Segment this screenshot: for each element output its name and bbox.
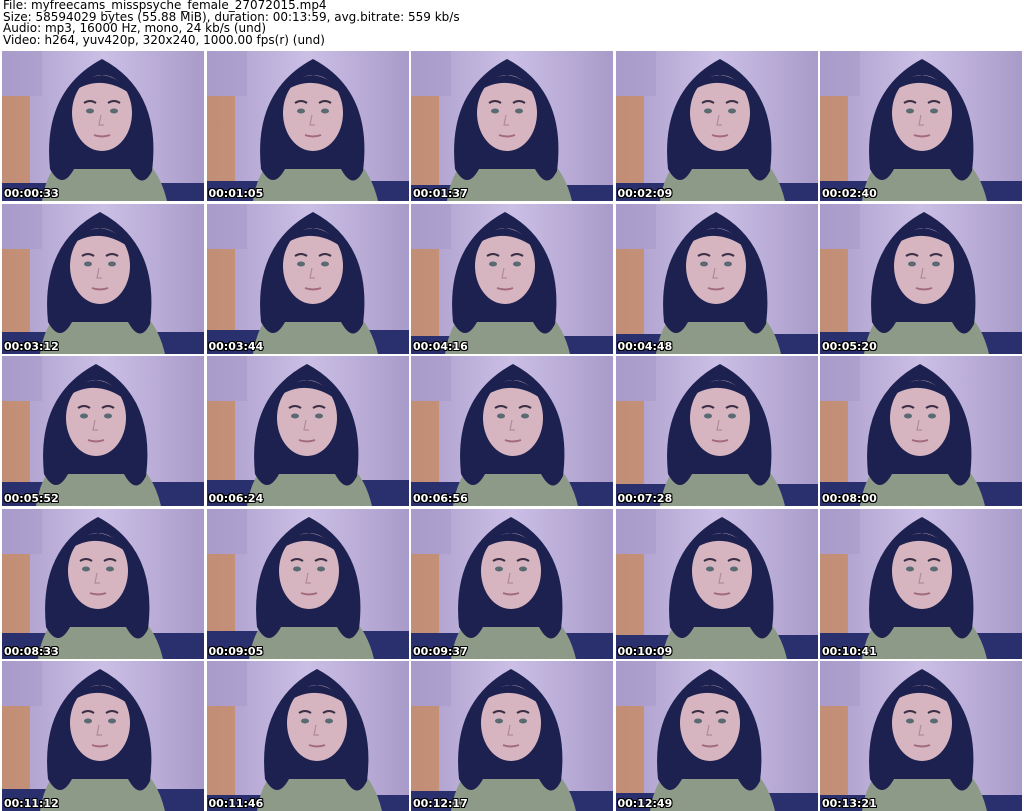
video-frame-image: [820, 203, 1022, 354]
video-frame-thumbnail: 00:09:05: [206, 508, 409, 659]
frame-timestamp: 00:13:21: [822, 797, 877, 810]
video-frame-thumbnail: 00:06:56: [411, 356, 613, 506]
frame-timestamp: 00:04:48: [617, 339, 673, 353]
video-frame-image: [206, 203, 409, 354]
video-frame-thumbnail: 00:11:12: [2, 661, 204, 811]
frame-timestamp: 00:05:20: [822, 339, 877, 353]
frame-timestamp: 00:03:12: [4, 339, 59, 353]
video-frame-image: [2, 356, 204, 506]
video-frame-image: [411, 51, 613, 201]
video-frame-thumbnail: 00:13:21: [820, 661, 1022, 811]
video-frame-thumbnail: 00:10:41: [820, 508, 1022, 659]
video-frame-image: [615, 356, 818, 506]
video-frame-thumbnail: 00:12:49: [615, 661, 818, 811]
video-frame-thumbnail: 00:12:17: [411, 661, 613, 811]
video-frame-thumbnail: 00:09:37: [411, 508, 613, 659]
frame-timestamp: 00:05:52: [4, 492, 59, 505]
frame-timestamp: 00:10:09: [617, 644, 673, 658]
video-frame-thumbnail: 00:11:46: [206, 661, 409, 811]
frame-timestamp: 00:07:28: [617, 492, 673, 505]
video-frame-image: [411, 661, 613, 811]
frame-timestamp: 00:08:33: [4, 644, 59, 658]
video-frame-thumbnail: 00:06:24: [206, 356, 409, 506]
frame-timestamp: 00:12:17: [413, 797, 468, 810]
frame-timestamp: 00:12:49: [617, 797, 673, 810]
video-frame-thumbnail: 00:01:37: [411, 51, 613, 201]
frame-timestamp: 00:04:16: [413, 339, 468, 353]
frame-timestamp: 00:06:24: [208, 492, 264, 505]
video-frame-image: [411, 203, 613, 354]
video-frame-thumbnail: 00:02:40: [820, 51, 1022, 201]
video-frame-image: [820, 356, 1022, 506]
video-frame-thumbnail: 00:04:16: [411, 203, 613, 354]
video-frame-image: [206, 51, 409, 201]
video-frame-image: [2, 203, 204, 354]
video-frame-thumbnail: 00:10:09: [615, 508, 818, 659]
video-frame-image: [615, 661, 818, 811]
video-frame-image: [615, 203, 818, 354]
frame-timestamp: 00:09:05: [208, 644, 264, 658]
file-info-header: File: myfreecams_misspsyche_female_27072…: [3, 0, 1013, 52]
frame-timestamp: 00:10:41: [822, 644, 877, 658]
video-frame-image: [206, 356, 409, 506]
video-frame-thumbnail: 00:04:48: [615, 203, 818, 354]
frame-timestamp: 00:01:37: [413, 187, 468, 200]
frame-timestamp: 00:11:46: [208, 797, 264, 810]
video-frame-image: [206, 508, 409, 659]
video-frame-thumbnail: 00:00:33: [2, 51, 204, 201]
video-frame-thumbnail: 00:08:33: [2, 508, 204, 659]
video-info-line: Video: h264, yuv420p, 320x240, 1000.00 f…: [3, 32, 325, 47]
video-frame-image: [2, 508, 204, 659]
video-frame-thumbnail: 00:01:05: [206, 51, 409, 201]
frame-timestamp: 00:01:05: [208, 187, 264, 200]
video-frame-thumbnail: 00:03:44: [206, 203, 409, 354]
frame-timestamp: 00:06:56: [413, 492, 468, 505]
video-frame-thumbnail: 00:05:20: [820, 203, 1022, 354]
thumbnail-grid: 00:00:33 00:01:05 00:01:37 00:02:09 00:02:40…: [2, 51, 1022, 811]
video-frame-image: [820, 51, 1022, 201]
video-frame-image: [615, 508, 818, 659]
video-frame-image: [2, 661, 204, 811]
video-frame-image: [820, 661, 1022, 811]
video-frame-image: [411, 356, 613, 506]
contact-sheet: File: myfreecams_misspsyche_female_27072…: [0, 0, 1024, 811]
video-frame-thumbnail: 00:07:28: [615, 356, 818, 506]
frame-timestamp: 00:11:12: [4, 797, 59, 810]
frame-timestamp: 00:09:37: [413, 644, 468, 658]
frame-timestamp: 00:00:33: [4, 187, 59, 200]
video-frame-thumbnail: 00:05:52: [2, 356, 204, 506]
frame-timestamp: 00:02:09: [617, 187, 673, 200]
video-frame-image: [2, 51, 204, 201]
video-frame-thumbnail: 00:03:12: [2, 203, 204, 354]
video-frame-thumbnail: 00:08:00: [820, 356, 1022, 506]
frame-timestamp: 00:02:40: [822, 187, 877, 200]
video-frame-thumbnail: 00:02:09: [615, 51, 818, 201]
video-frame-image: [615, 51, 818, 201]
video-frame-image: [820, 508, 1022, 659]
video-frame-image: [206, 661, 409, 811]
frame-timestamp: 00:03:44: [208, 339, 264, 353]
frame-timestamp: 00:08:00: [822, 492, 877, 505]
video-frame-image: [411, 508, 613, 659]
